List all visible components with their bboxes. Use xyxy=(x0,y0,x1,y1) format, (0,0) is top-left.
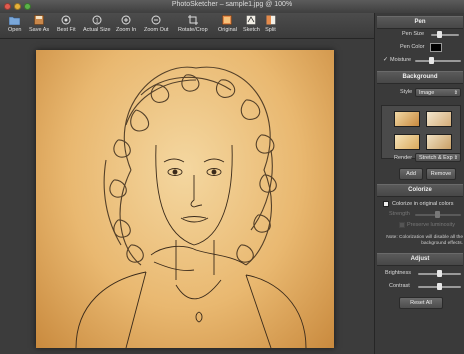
reset-all-button[interactable]: Reset All xyxy=(399,297,443,309)
colorize-label: Colorize in original colors xyxy=(392,201,454,207)
background-thumb-1[interactable] xyxy=(394,111,420,127)
strength-label: Strength xyxy=(389,211,410,217)
toolbar-sketch-button[interactable]: Sketch xyxy=(243,14,260,33)
background-thumb-4[interactable] xyxy=(426,134,452,150)
brightness-slider-knob[interactable] xyxy=(437,270,442,277)
background-thumb-3[interactable] xyxy=(394,134,420,150)
split-icon xyxy=(265,14,276,25)
moisture-slider-knob[interactable] xyxy=(429,57,434,64)
preserve-luminosity-label: Preserve luminosity xyxy=(407,222,455,228)
title-bar: PhotoSketcher – sample1.jpg @ 100% xyxy=(0,0,464,14)
moisture-checkbox[interactable]: ✓ xyxy=(383,57,389,63)
colorize-section-header: Colorize xyxy=(377,184,463,197)
contrast-slider[interactable] xyxy=(418,283,461,290)
pen-size-label: Pen Size xyxy=(402,31,425,37)
toolbar-rotate-crop-button[interactable]: Rotate/Crop xyxy=(178,14,208,33)
rotate-crop-icon xyxy=(187,14,198,25)
toolbar-original-button[interactable]: Original xyxy=(218,14,237,33)
pen-color-label: Pen Color xyxy=(400,44,425,50)
contrast-label: Contrast xyxy=(389,283,410,289)
brightness-label: Brightness xyxy=(385,270,411,276)
settings-panel: Pen Pen Size Pen Color ✓ Moisture Backgr… xyxy=(374,13,464,354)
preserve-luminosity-checkbox[interactable] xyxy=(399,222,405,228)
toolbar-best-fit-button[interactable]: Best Fit xyxy=(57,14,76,33)
toolbar-open-button[interactable]: Open xyxy=(8,14,21,33)
strength-slider[interactable] xyxy=(415,211,461,218)
brightness-slider[interactable] xyxy=(418,270,461,277)
actual-size-icon: 1 xyxy=(91,14,102,25)
portrait-sketch-illustration xyxy=(75,66,307,348)
toolbar-split-button[interactable]: Split xyxy=(265,14,276,33)
pen-section-header: Pen xyxy=(377,16,463,29)
sketch-image xyxy=(36,50,334,348)
colorize-note: Note: Colorization will disable all the … xyxy=(386,235,463,246)
best-fit-icon xyxy=(61,14,72,25)
chevron-updown-icon: ⇕ xyxy=(453,90,458,96)
background-section-header: Background xyxy=(377,71,463,84)
image-canvas[interactable] xyxy=(0,39,374,354)
contrast-slider-knob[interactable] xyxy=(437,283,442,290)
style-label: Style xyxy=(400,89,413,95)
original-icon xyxy=(222,14,233,25)
toolbar-actual-size-button[interactable]: 1 Actual Size xyxy=(83,14,111,33)
pen-color-swatch[interactable] xyxy=(430,43,442,52)
folder-icon xyxy=(9,14,21,25)
pen-size-slider[interactable] xyxy=(431,31,459,38)
save-icon xyxy=(34,14,45,25)
colorize-checkbox[interactable] xyxy=(383,201,389,207)
zoom-in-icon xyxy=(121,14,132,25)
render-label: Render xyxy=(394,155,413,161)
pen-size-slider-knob[interactable] xyxy=(437,31,442,38)
moisture-label: Moisture xyxy=(390,57,412,63)
render-select[interactable]: Stretch & Exp ⇕ xyxy=(415,153,461,162)
toolbar-zoom-in-button[interactable]: Zoom In xyxy=(116,14,136,33)
strength-slider-knob[interactable] xyxy=(435,211,440,218)
add-background-button[interactable]: Add xyxy=(399,168,423,180)
adjust-section-header: Adjust xyxy=(377,253,463,266)
moisture-slider[interactable] xyxy=(415,57,461,64)
sketch-icon xyxy=(246,14,257,25)
toolbar-zoom-out-button[interactable]: Zoom Out xyxy=(144,14,168,33)
background-thumb-2[interactable] xyxy=(426,111,452,127)
zoom-out-icon xyxy=(151,14,162,25)
background-thumbnails xyxy=(381,105,461,159)
chevron-updown-icon: ⇕ xyxy=(453,155,458,161)
toolbar-save-as-button[interactable]: Save As xyxy=(29,14,49,33)
window-title: PhotoSketcher – sample1.jpg @ 100% xyxy=(171,1,293,8)
style-select[interactable]: Image ⇕ xyxy=(415,88,461,97)
toolbar: Open Save As Best Fit 1 Actual Size Zoom… xyxy=(0,13,374,39)
remove-background-button[interactable]: Remove xyxy=(426,168,456,180)
